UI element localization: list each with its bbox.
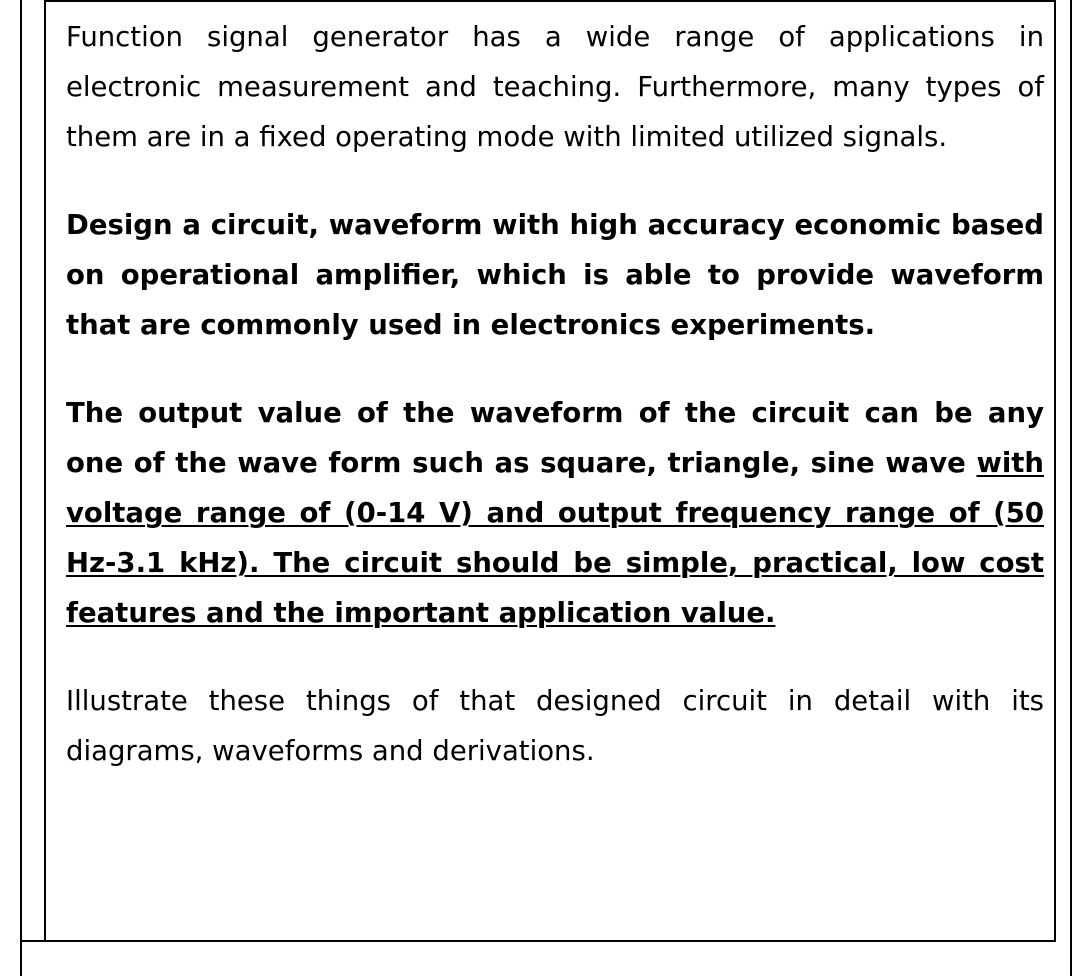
cell-top-border [44, 0, 1056, 2]
cell-left-border [44, 0, 46, 942]
paragraph-intro: Function signal generator has a wide ran… [66, 21, 1044, 153]
outer-left-border [20, 0, 22, 976]
paragraph-illustrate: Illustrate these things of that designed… [66, 685, 1044, 767]
document-page: Function signal generator has a wide ran… [0, 0, 1080, 976]
paragraph-output-spec: The output value of the waveform of the … [66, 388, 1044, 638]
cell-right-border [1054, 0, 1056, 942]
cell-bottom-border [20, 940, 1056, 942]
document-body: Function signal generator has a wide ran… [66, 12, 1044, 776]
outer-right-border [1070, 0, 1072, 976]
output-spec-plain-text: The output value of the waveform of the … [66, 397, 1044, 479]
paragraph-design-task: Design a circuit, waveform with high acc… [66, 209, 1044, 341]
